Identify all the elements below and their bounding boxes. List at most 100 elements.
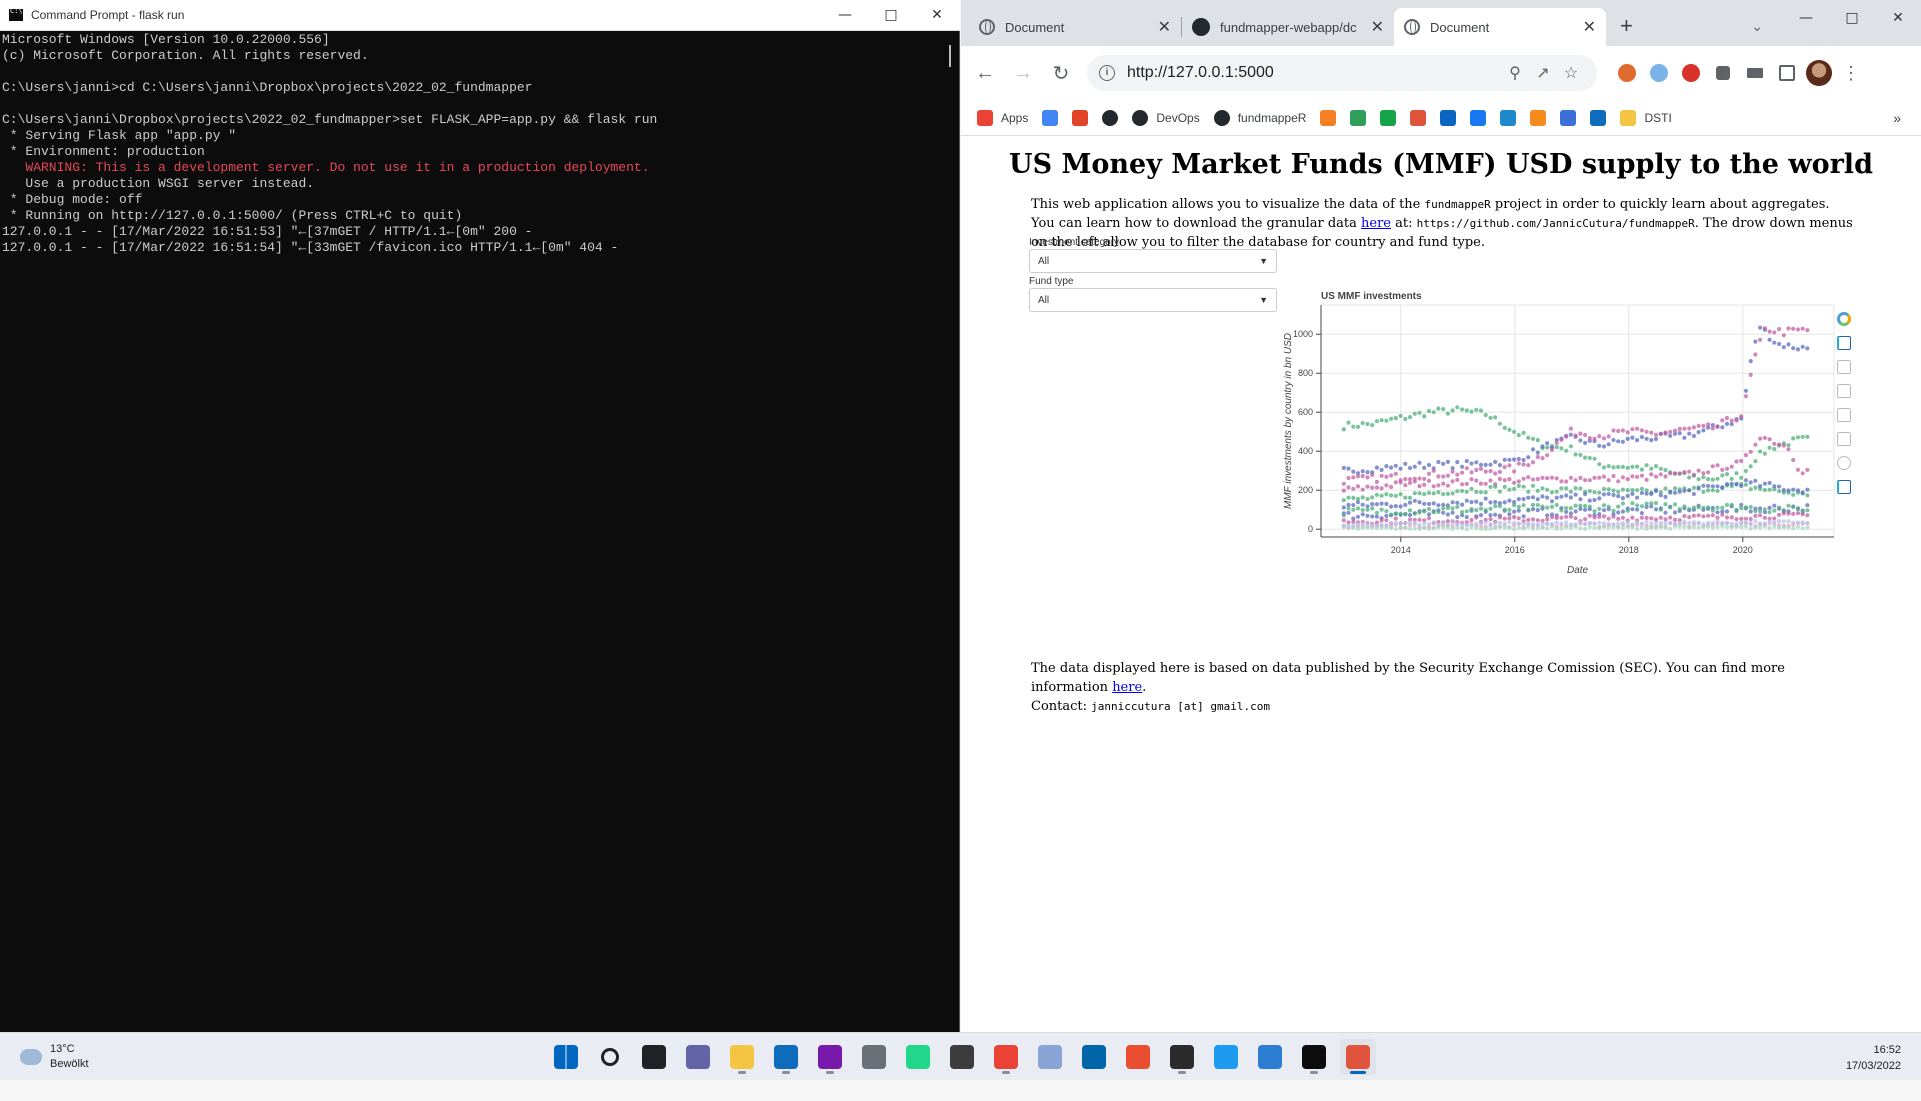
data-point[interactable] (1578, 431, 1583, 436)
data-point[interactable] (1601, 514, 1607, 519)
data-point[interactable] (1526, 521, 1531, 527)
data-point[interactable] (1724, 482, 1730, 487)
data-point[interactable] (1545, 495, 1550, 500)
data-point[interactable] (1530, 477, 1536, 482)
data-point[interactable] (1341, 513, 1346, 518)
data-point[interactable] (1592, 521, 1597, 526)
data-point[interactable] (1507, 516, 1512, 521)
data-point[interactable] (1516, 483, 1521, 488)
data-point[interactable] (1762, 326, 1767, 331)
extension-firefox-icon[interactable] (1611, 57, 1643, 89)
data-point[interactable] (1635, 520, 1640, 525)
cmd-scrollbar[interactable] (942, 31, 959, 1032)
data-point[interactable] (1786, 519, 1791, 524)
zoom-icon[interactable]: ⚲ (1501, 63, 1529, 83)
data-point[interactable] (1649, 472, 1654, 477)
data-point[interactable] (1351, 486, 1356, 491)
data-point[interactable] (1720, 512, 1725, 517)
data-point[interactable] (1630, 427, 1635, 432)
data-point[interactable] (1720, 418, 1725, 423)
data-point[interactable] (1512, 515, 1517, 520)
data-point[interactable] (1663, 517, 1668, 522)
data-point[interactable] (1351, 424, 1356, 429)
data-point[interactable] (1630, 464, 1635, 469)
data-point[interactable] (1507, 512, 1512, 517)
data-point[interactable] (1583, 507, 1588, 512)
data-point[interactable] (1805, 487, 1810, 492)
data-point[interactable] (1729, 502, 1734, 507)
data-point[interactable] (1791, 526, 1796, 531)
data-point[interactable] (1478, 506, 1484, 511)
data-point[interactable] (1379, 501, 1384, 506)
data-point[interactable] (1573, 516, 1578, 521)
data-point[interactable] (1791, 346, 1796, 351)
data-point[interactable] (1781, 333, 1786, 338)
data-point[interactable] (1748, 464, 1753, 469)
data-point[interactable] (1706, 470, 1711, 475)
data-point[interactable] (1535, 508, 1540, 513)
data-point[interactable] (1672, 490, 1678, 495)
data-point[interactable] (1554, 445, 1559, 450)
data-point[interactable] (1781, 443, 1786, 448)
data-point[interactable] (1743, 505, 1748, 510)
data-point[interactable] (1407, 495, 1413, 500)
data-point[interactable] (1374, 419, 1379, 424)
data-point[interactable] (1597, 514, 1602, 520)
data-point[interactable] (1635, 464, 1640, 469)
data-point[interactable] (1460, 407, 1465, 412)
data-point[interactable] (1450, 506, 1455, 511)
data-point[interactable] (1521, 462, 1526, 467)
data-point[interactable] (1346, 485, 1351, 490)
data-point[interactable] (1417, 517, 1422, 522)
data-point[interactable] (1374, 485, 1379, 490)
data-point[interactable] (1431, 510, 1436, 515)
data-point[interactable] (1426, 526, 1432, 531)
data-point[interactable] (1393, 516, 1398, 521)
data-point[interactable] (1663, 521, 1668, 526)
data-point[interactable] (1554, 489, 1559, 494)
data-point[interactable] (1422, 525, 1427, 530)
data-point[interactable] (1805, 346, 1810, 351)
data-point[interactable] (1758, 436, 1763, 441)
data-point[interactable] (1729, 418, 1734, 423)
data-point[interactable] (1639, 490, 1644, 496)
data-point[interactable] (1587, 520, 1592, 526)
data-point[interactable] (1729, 481, 1734, 486)
data-point[interactable] (1398, 511, 1403, 516)
data-point[interactable] (1620, 515, 1625, 520)
data-point[interactable] (1616, 525, 1621, 530)
back-icon[interactable]: ← (967, 55, 1003, 91)
data-point[interactable] (1677, 489, 1682, 494)
data-point[interactable] (1478, 490, 1484, 495)
data-point[interactable] (1469, 522, 1474, 527)
data-point[interactable] (1393, 526, 1398, 531)
data-point[interactable] (1767, 487, 1772, 492)
data-point[interactable] (1696, 477, 1701, 482)
pan-tool-icon[interactable] (1837, 336, 1851, 350)
data-point[interactable] (1663, 474, 1668, 479)
data-point[interactable] (1639, 434, 1644, 440)
data-point[interactable] (1791, 457, 1796, 463)
data-point[interactable] (1559, 508, 1564, 513)
data-point[interactable] (1805, 503, 1810, 508)
data-point[interactable] (1540, 504, 1545, 509)
data-point[interactable] (1526, 508, 1531, 513)
data-point[interactable] (1346, 495, 1351, 500)
data-point[interactable] (1384, 483, 1389, 488)
data-point[interactable] (1691, 485, 1696, 490)
data-point[interactable] (1346, 510, 1351, 515)
data-point[interactable] (1530, 483, 1536, 488)
data-point[interactable] (1625, 488, 1630, 493)
data-point[interactable] (1729, 515, 1734, 520)
data-point[interactable] (1417, 410, 1422, 415)
wheel-zoom-tool-icon[interactable] (1837, 384, 1851, 398)
data-point[interactable] (1554, 440, 1559, 446)
data-point[interactable] (1502, 478, 1507, 483)
data-point[interactable] (1568, 495, 1573, 500)
data-point[interactable] (1625, 465, 1630, 470)
data-point[interactable] (1365, 470, 1370, 475)
data-point[interactable] (1739, 506, 1744, 511)
data-point[interactable] (1611, 465, 1616, 470)
data-point[interactable] (1526, 517, 1531, 522)
data-point[interactable] (1691, 472, 1696, 477)
